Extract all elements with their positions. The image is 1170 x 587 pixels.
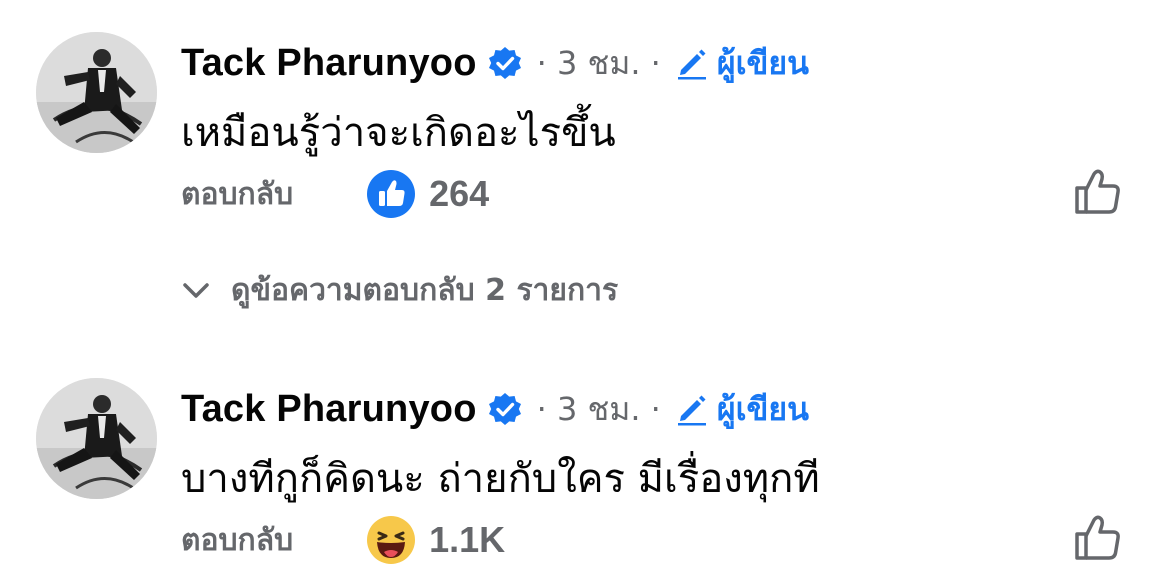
reply-button[interactable]: ตอบกลับ <box>181 171 293 218</box>
author-name[interactable]: Tack Pharunyoo <box>181 388 477 431</box>
thumbs-up-icon[interactable] <box>1072 512 1124 564</box>
like-reaction-icon[interactable] <box>367 170 416 218</box>
view-replies-link[interactable]: ดูข้อความตอบกลับ 2 รายการ <box>181 268 618 312</box>
author-badge: ผู้เขียน <box>716 389 810 428</box>
reaction-count[interactable]: 264 <box>429 173 489 215</box>
reaction-count[interactable]: 1.1K <box>429 519 505 561</box>
chevron-down-icon <box>181 275 211 305</box>
comment-text: เหมือนรู้ว่าจะเกิดอะไรขึ้น <box>181 110 616 156</box>
pencil-icon <box>675 392 709 426</box>
author-badge: ผู้เขียน <box>716 43 810 82</box>
profile-photo-icon <box>36 378 157 499</box>
verified-badge-icon <box>487 391 523 427</box>
comment-actions: ตอบกลับ 1.1K <box>181 516 505 564</box>
haha-reaction-icon[interactable] <box>367 516 416 564</box>
author-name[interactable]: Tack Pharunyoo <box>181 42 477 85</box>
reply-button[interactable]: ตอบกลับ <box>181 517 293 564</box>
view-replies-label: ดูข้อความตอบกลับ 2 รายการ <box>231 272 619 308</box>
timestamp: · 3 ชม. · <box>536 43 661 82</box>
comment-header: Tack Pharunyoo · 3 ชม. · ผู้เขียน <box>181 38 809 88</box>
thumbs-up-icon[interactable] <box>1072 166 1124 218</box>
timestamp: · 3 ชม. · <box>536 389 661 428</box>
comment-actions: ตอบกลับ 264 <box>181 170 489 218</box>
comment-text: บางทีกูก็คิดนะ ถ่ายกับใคร มีเรื่องทุกที <box>181 456 820 502</box>
comment-2: Tack Pharunyoo · 3 ชม. · ผู้เขียน บางทีก… <box>0 346 1170 586</box>
pencil-icon <box>675 46 709 80</box>
comment-1: Tack Pharunyoo · 3 ชม. · ผู้เขียน เหมือน… <box>0 0 1170 308</box>
verified-badge-icon <box>487 45 523 81</box>
avatar[interactable] <box>36 32 157 153</box>
avatar[interactable] <box>36 378 157 499</box>
comment-header: Tack Pharunyoo · 3 ชม. · ผู้เขียน <box>181 384 809 434</box>
profile-photo-icon <box>36 32 157 153</box>
